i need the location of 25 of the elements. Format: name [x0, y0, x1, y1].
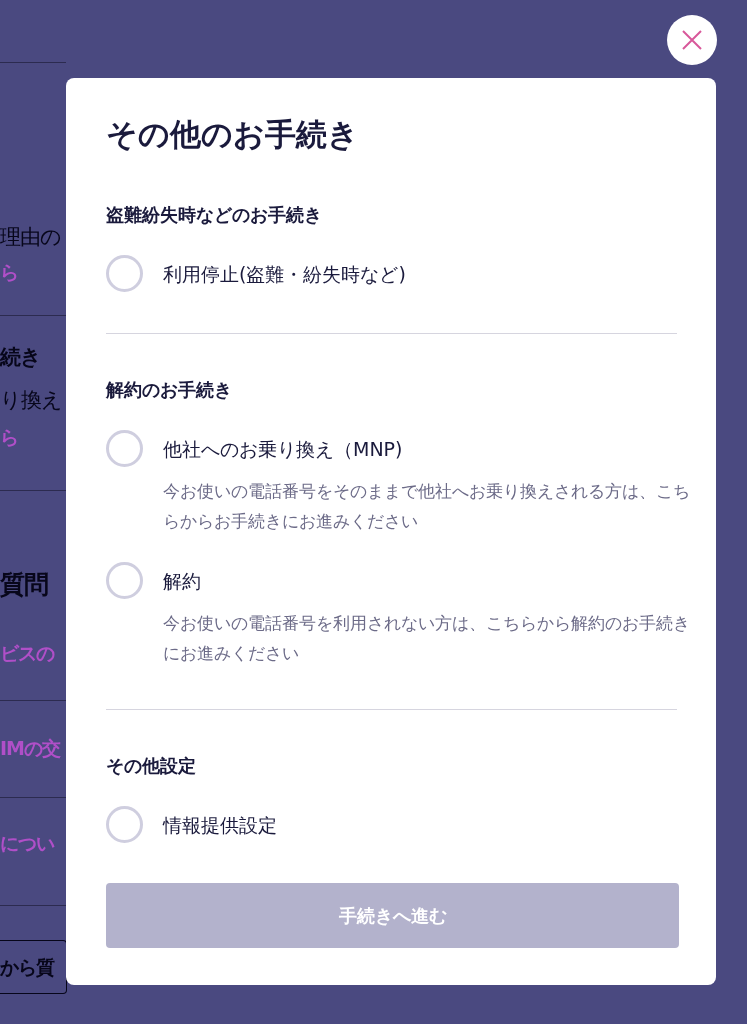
- radio-button[interactable]: [106, 806, 143, 843]
- radio-button[interactable]: [106, 430, 143, 467]
- dialog-title: その他のお手続き: [106, 115, 360, 154]
- page-text: 続き: [0, 344, 42, 371]
- radio-button[interactable]: [106, 562, 143, 599]
- close-button[interactable]: [667, 15, 717, 65]
- page-text: 質問: [0, 571, 49, 599]
- option-description: 今お使いの電話番号をそのままで他社へお乗り換えされる方は、こちらからお手続きにお進みください: [163, 480, 691, 533]
- close-icon: [681, 29, 703, 51]
- radio-button[interactable]: [106, 255, 143, 292]
- page-text: 理由の: [0, 224, 62, 251]
- page-text: ら: [0, 425, 19, 450]
- section-heading: 盗難紛失時などのお手続き: [106, 203, 323, 227]
- page-text: ら: [0, 260, 19, 285]
- page-text: ビスの: [0, 641, 56, 666]
- section-heading: 解約のお手続き: [106, 378, 233, 402]
- option-label[interactable]: 情報提供設定: [163, 809, 277, 840]
- page-text: り換え: [0, 387, 63, 414]
- page-text: につい: [0, 831, 56, 856]
- page-text: IMの交: [0, 736, 62, 761]
- section-heading: その他設定: [106, 754, 197, 778]
- option-label[interactable]: 他社へのお乗り換え（MNP): [163, 433, 403, 464]
- option-label[interactable]: 利用停止(盗難・紛失時など): [163, 258, 406, 289]
- option-label[interactable]: 解約: [163, 565, 201, 596]
- option-description: 今お使いの電話番号を利用されない方は、こちらから解約のお手続きにお進みください: [163, 612, 691, 665]
